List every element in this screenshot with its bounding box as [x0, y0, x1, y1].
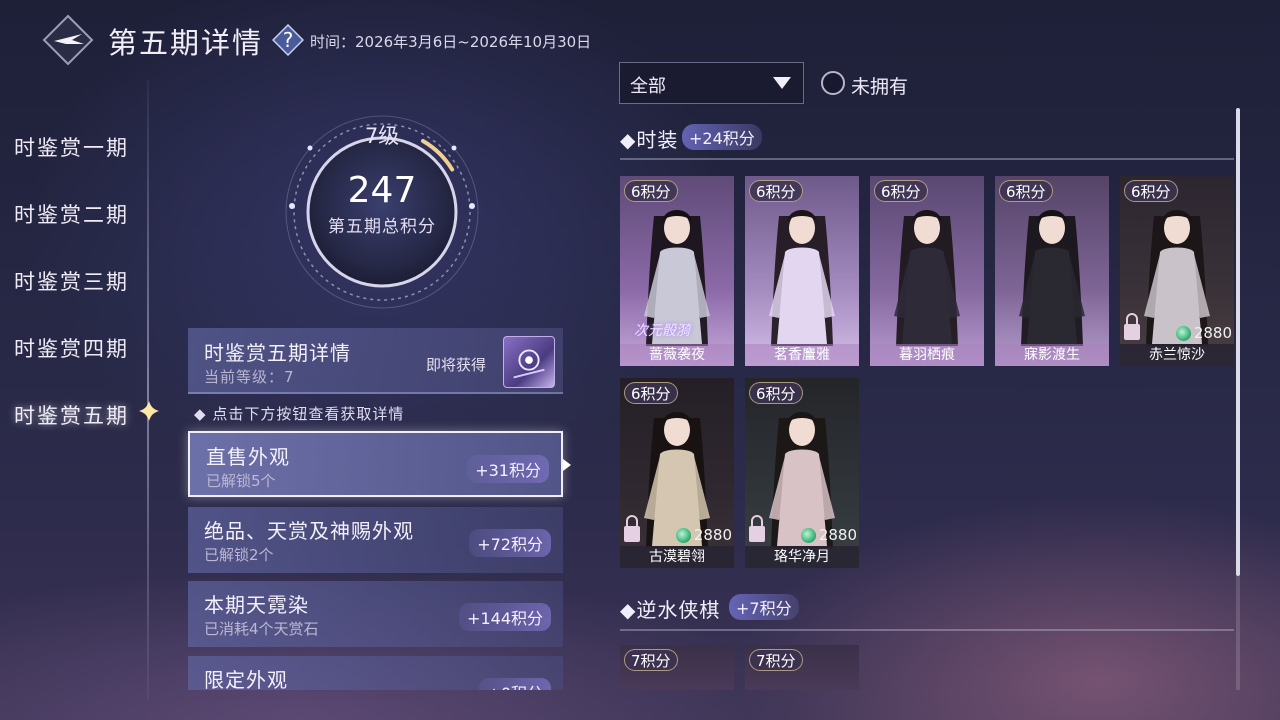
- chess-card[interactable]: 7积分: [745, 645, 859, 690]
- total-score-value: 247: [347, 170, 417, 211]
- category-title: 限定外观: [204, 668, 288, 690]
- section-points-fashion: +24积分: [682, 124, 762, 150]
- section-title-chess-label: 逆水侠棋: [636, 598, 721, 622]
- category-subtitle: 已解锁5个: [206, 472, 276, 490]
- category-title: 绝品、天赏及神赐外观: [204, 519, 414, 543]
- fashion-card[interactable]: 6积分次元骰漪蔷薇袭夜: [620, 176, 734, 366]
- card-name: 暮羽栖痕: [870, 344, 984, 366]
- card-price-value: 2880: [1193, 324, 1232, 342]
- section-title-chess: ◆逆水侠棋: [620, 598, 721, 622]
- lock-icon: [747, 514, 767, 544]
- category-points-badge: +72积分: [469, 529, 551, 557]
- nav-item-period-3[interactable]: 时鉴赏三期: [14, 266, 129, 296]
- total-score-label: 第五期总积分: [328, 217, 436, 237]
- hint-text: ◆ 点击下方按钮查看获取详情: [194, 405, 405, 423]
- category-points-badge: +31积分: [467, 455, 549, 483]
- card-points-badge: 6积分: [749, 180, 803, 202]
- nav-item-period-5[interactable]: 时鉴赏五期: [14, 400, 129, 430]
- chevron-down-icon: [773, 77, 791, 89]
- active-marker-icon: [139, 401, 159, 421]
- category-title: 本期天霓染: [204, 593, 309, 617]
- card-name: 蔷薇袭夜: [620, 344, 734, 366]
- scrollbar-thumb[interactable]: [1236, 108, 1240, 576]
- hint-text-label: 点击下方按钮查看获取详情: [212, 405, 405, 423]
- fashion-card[interactable]: 6积分暮羽栖痕: [870, 176, 984, 366]
- category-premium-appearance[interactable]: 绝品、天赏及神赐外观 已解锁2个 +72积分: [188, 507, 563, 573]
- category-limited-appearance[interactable]: 限定外观 +0积分: [188, 656, 563, 690]
- fashion-card[interactable]: 6积分 2880 珞华净月: [745, 378, 859, 568]
- selected-arrow-icon: [563, 459, 571, 471]
- fashion-card[interactable]: 6积分 2880 古漠碧翎: [620, 378, 734, 568]
- category-subtitle: 已消耗4个天赏石: [204, 620, 319, 638]
- card-price: 2880: [800, 526, 857, 544]
- chess-card[interactable]: 7积分: [620, 645, 734, 690]
- upcoming-reward-icon[interactable]: [503, 336, 555, 388]
- card-name: 珞华净月: [745, 546, 859, 568]
- card-name: 寐影渡生: [995, 344, 1109, 366]
- card-points-badge: 6积分: [999, 180, 1053, 202]
- card-points-badge: 6积分: [1124, 180, 1178, 202]
- category-direct-sale[interactable]: 直售外观 已解锁5个 +31积分: [188, 431, 563, 497]
- fashion-card[interactable]: 6积分寐影渡生: [995, 176, 1109, 366]
- section-divider: [620, 629, 1234, 631]
- card-price: 2880: [1175, 324, 1232, 342]
- nav-item-period-1[interactable]: 时鉴赏一期: [14, 132, 129, 162]
- section-title-fashion: ◆时装: [620, 128, 679, 152]
- card-name: 古漠碧翎: [620, 546, 734, 568]
- nav-item-period-4[interactable]: 时鉴赏四期: [14, 333, 129, 363]
- card-points-badge: 6积分: [874, 180, 928, 202]
- back-button[interactable]: [42, 14, 94, 66]
- category-dye[interactable]: 本期天霓染 已消耗4个天赏石 +144积分: [188, 581, 563, 647]
- section-divider: [620, 158, 1234, 160]
- card-series-tag: 次元骰漪: [634, 323, 690, 339]
- card-name: 茗香麠雅: [745, 344, 859, 366]
- category-title: 直售外观: [206, 445, 290, 469]
- card-name: 赤兰惊沙: [1120, 344, 1234, 366]
- detail-title: 时鉴赏五期详情: [204, 341, 351, 365]
- card-points-badge: 7积分: [624, 649, 678, 671]
- current-level-text: 当前等级：7: [204, 368, 295, 386]
- card-price-value: 2880: [693, 526, 732, 544]
- card-points-badge: 6积分: [624, 180, 678, 202]
- help-icon[interactable]: ?: [272, 24, 304, 56]
- not-owned-label[interactable]: 未拥有: [851, 72, 908, 99]
- category-points-badge: +144积分: [459, 603, 551, 631]
- card-points-badge: 7积分: [749, 649, 803, 671]
- jade-currency-icon: [675, 527, 691, 543]
- filter-selected-value: 全部: [630, 76, 666, 97]
- nav-divider: [147, 80, 149, 700]
- page-title: 第五期详情: [108, 26, 264, 60]
- nav-item-period-2[interactable]: 时鉴赏二期: [14, 199, 129, 229]
- card-points-badge: 6积分: [624, 382, 678, 404]
- lock-icon: [1122, 312, 1142, 342]
- level-text: 7级: [364, 124, 400, 148]
- category-points-badge: +0积分: [479, 678, 551, 690]
- section-points-chess: +7积分: [729, 594, 799, 620]
- not-owned-radio[interactable]: [821, 71, 845, 95]
- fashion-card[interactable]: 6积分 2880 赤兰惊沙: [1120, 176, 1234, 366]
- card-price: 2880: [675, 526, 732, 544]
- period-text: 时间：2026年3月6日~2026年10月30日: [310, 33, 592, 51]
- category-subtitle: 已解锁2个: [204, 546, 274, 564]
- section-title-fashion-label: 时装: [636, 128, 679, 152]
- scrollbar-track[interactable]: [1236, 576, 1240, 690]
- jade-currency-icon: [800, 527, 816, 543]
- svg-text:?: ?: [283, 28, 294, 52]
- jade-currency-icon: [1175, 325, 1191, 341]
- upcoming-reward-label: 即将获得: [426, 356, 487, 374]
- fashion-card[interactable]: 6积分茗香麠雅: [745, 176, 859, 366]
- card-points-badge: 6积分: [749, 382, 803, 404]
- lock-icon: [622, 514, 642, 544]
- card-price-value: 2880: [818, 526, 857, 544]
